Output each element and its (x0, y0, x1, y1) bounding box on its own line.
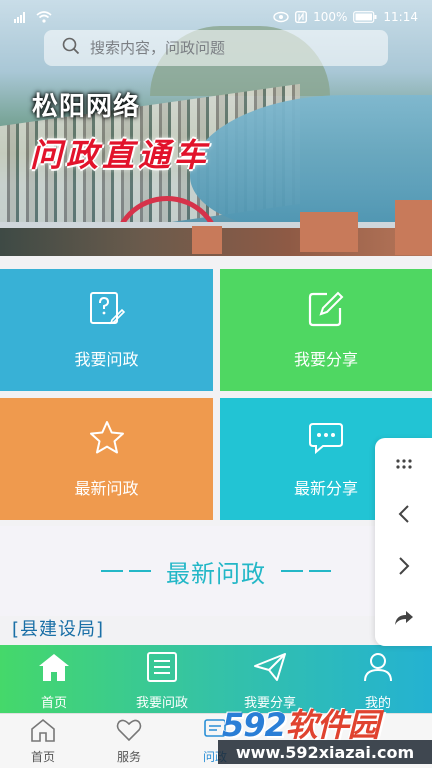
watermark-url: www.592xiazai.com (218, 740, 432, 764)
battery-icon (353, 11, 377, 23)
clock: 11:14 (383, 10, 418, 24)
home-icon (37, 652, 71, 686)
watermark: 592软件园 www.592xiazai.com (218, 700, 432, 768)
edit-square-icon (307, 290, 345, 332)
search-bar[interactable] (44, 30, 388, 66)
list-item-department[interactable]: [县建设局] (12, 615, 104, 641)
banner-building (395, 200, 432, 255)
latest-questions-tile[interactable]: 最新问政 (0, 398, 213, 520)
floating-side-panel (375, 438, 432, 646)
ask-question-tile[interactable]: 我要问政 (0, 269, 213, 391)
back-button[interactable] (375, 490, 432, 542)
question-edit-icon (88, 290, 126, 332)
chevron-right-icon (397, 556, 411, 580)
star-icon (88, 419, 126, 461)
app-nav-ask-label: 我要问政 (135, 696, 188, 711)
paper-plane-icon (253, 652, 287, 686)
signal-icon (14, 11, 28, 23)
latest-section-header: 最新问政 (0, 526, 432, 616)
heart-icon (116, 718, 142, 745)
host-nav-service-label: 服务 (116, 749, 141, 764)
app-nav-home-label: 首页 (40, 696, 67, 711)
search-input[interactable] (90, 39, 350, 57)
share-button[interactable] (375, 594, 432, 646)
eye-icon (273, 11, 289, 23)
nfc-icon (295, 11, 308, 23)
banner-title-line2: 问政直通车 (30, 136, 211, 174)
app-nav-home[interactable]: 首页 (0, 645, 108, 715)
section-title: 最新问政 (166, 559, 266, 588)
home-outline-icon (30, 718, 56, 745)
user-icon (361, 652, 395, 686)
host-nav-home[interactable]: 首页 (0, 714, 86, 768)
app-nav-ask[interactable]: 我要问政 (108, 645, 216, 715)
banner-title-line1: 松阳网络 (32, 92, 141, 122)
battery-percent: 100% (313, 10, 348, 24)
watermark-brand-cn: 软件园 (285, 706, 380, 744)
banner-building (300, 212, 358, 252)
dash-decoration (278, 570, 334, 572)
share-arrow-icon (393, 609, 415, 631)
search-icon (62, 37, 80, 59)
banner-building (192, 226, 222, 254)
more-dots-icon (395, 455, 413, 474)
latest-shares-label: 最新分享 (293, 479, 358, 498)
ask-question-label: 我要问政 (74, 350, 139, 369)
host-nav-home-label: 首页 (30, 749, 55, 764)
share-tile[interactable]: 我要分享 (220, 269, 432, 391)
chat-bubble-icon (307, 419, 345, 461)
wifi-icon (36, 11, 52, 23)
forward-button[interactable] (375, 542, 432, 594)
status-bar: 100% 11:14 (0, 0, 432, 34)
chevron-left-icon (397, 504, 411, 528)
latest-questions-label: 最新问政 (74, 479, 139, 498)
share-label: 我要分享 (293, 350, 358, 369)
dash-decoration (98, 570, 154, 572)
host-nav-service[interactable]: 服务 (86, 714, 172, 768)
document-icon (145, 652, 179, 686)
watermark-brand-num: 592 (222, 706, 287, 744)
more-button[interactable] (375, 438, 432, 490)
